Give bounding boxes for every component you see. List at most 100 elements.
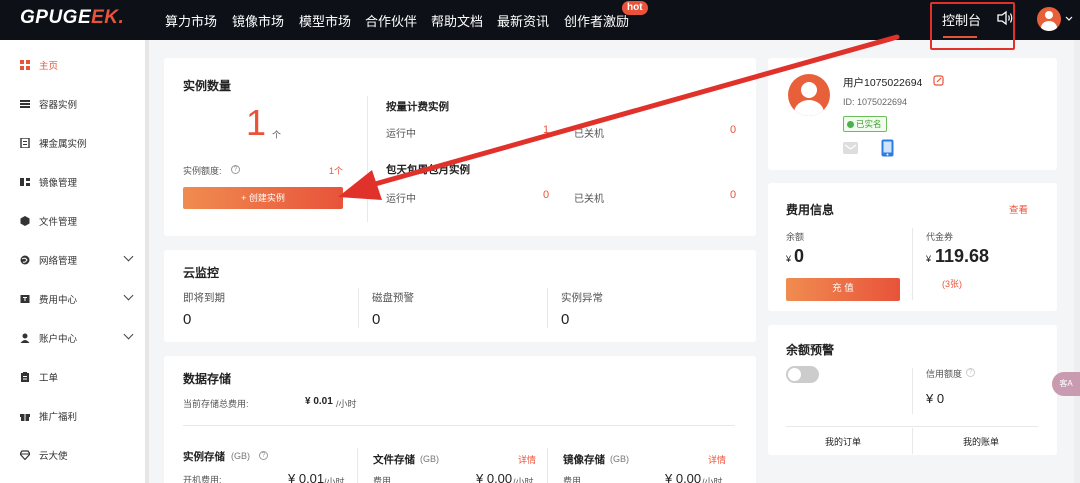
sidebar-item-label: 主页	[39, 61, 59, 72]
my-bills-link[interactable]: 我的账单	[963, 435, 999, 448]
voucher-count[interactable]: (3张)	[942, 277, 962, 290]
nav-news[interactable]: 最新资讯	[497, 11, 549, 30]
voucher-value: 119.68	[935, 246, 990, 266]
chevron-down-icon[interactable]	[1065, 16, 1073, 22]
nav-image-market[interactable]: 镜像市场	[232, 11, 284, 30]
billing-view-link[interactable]: 查看	[1009, 202, 1028, 216]
user-icon	[20, 333, 30, 343]
hot-badge: hot	[622, 1, 648, 15]
package-instances-title: 包天包周包月实例	[386, 164, 470, 176]
divider	[183, 425, 735, 426]
voucher-currency: ¥	[926, 254, 932, 264]
instance-storage-title: 实例存储	[183, 451, 225, 463]
balance-currency: ¥	[786, 254, 792, 264]
sidebar-scrollbar[interactable]	[145, 40, 149, 483]
file-fee-value: ¥ 0.00	[476, 471, 513, 483]
phone-icon[interactable]	[881, 139, 894, 157]
annotation-highlight-box	[930, 2, 1015, 50]
monitor-card	[164, 250, 756, 342]
recharge-button[interactable]: 充 值	[786, 278, 900, 301]
sidebar-item-label: 云大使	[39, 451, 68, 462]
nav-compute-market[interactable]: 算力市场	[165, 11, 217, 30]
nav-model-market[interactable]: 模型市场	[299, 11, 351, 30]
storage-total-value: ¥ 0.01	[305, 396, 333, 407]
balance-value: 0	[794, 246, 805, 266]
storage-card	[164, 356, 756, 483]
voucher-label: 代金券	[926, 232, 954, 242]
pkg-running-value: 0	[543, 189, 550, 201]
home-grid-icon	[20, 60, 30, 70]
expiring-label: 即将到期	[183, 292, 225, 304]
top-navbar: GPUGEEK. 算力市场 镜像市场 模型市场 合作伙伴 帮助文档 最新资讯 创…	[0, 0, 1080, 40]
instance-count: 1	[246, 102, 267, 143]
divider	[786, 426, 1038, 427]
expiring-value: 0	[183, 311, 192, 328]
balance-alert-title: 余额预警	[786, 343, 835, 357]
sidebar-item-billing[interactable]: 费用中心	[20, 292, 77, 306]
sidebar-item-ambassador[interactable]: 云大使	[20, 448, 68, 462]
pay-as-you-go-title: 按量计费实例	[386, 101, 449, 113]
file-storage-details-link[interactable]: 详情	[518, 453, 536, 466]
storage-total-unit: /小时	[336, 399, 357, 409]
my-orders-link[interactable]: 我的订单	[825, 435, 861, 448]
ticket-icon	[21, 372, 29, 382]
nav-partners[interactable]: 合作伙伴	[365, 11, 417, 30]
gift-icon	[20, 414, 30, 421]
divider	[912, 368, 913, 414]
profile-id: ID: 1075022694	[843, 97, 908, 107]
sidebar-item-files[interactable]: 文件管理	[20, 214, 77, 228]
credit-limit-value: ¥ 0	[926, 391, 945, 406]
divider	[912, 428, 913, 454]
sidebar-item-label: 容器实例	[39, 100, 78, 111]
sidebar-item-home[interactable]: 主页	[20, 58, 58, 72]
image-fee-unit: /小时	[702, 477, 723, 483]
sidebar-item-label: 文件管理	[39, 217, 78, 228]
stopped-label: 已关机	[574, 129, 604, 140]
sidebar-item-network[interactable]: 网络管理	[20, 253, 77, 267]
pkg-running-label: 运行中	[386, 194, 416, 205]
sidebar-item-tickets[interactable]: 工单	[20, 370, 58, 384]
pkg-stopped-label: 已关机	[574, 194, 604, 205]
floating-assistant-button[interactable]: 客A	[1052, 372, 1080, 396]
instance-abnormal-value: 0	[561, 311, 570, 328]
power-on-fee-label: 开机费用:	[183, 475, 222, 483]
disk-warning-value: 0	[372, 311, 381, 328]
gpugeek-logo[interactable]: GPUGEEK.	[20, 7, 124, 29]
list-icon	[20, 100, 30, 108]
nav-creator-incentive[interactable]: 创作者激励	[564, 11, 629, 30]
image-fee-label: 费用	[563, 476, 582, 483]
globe-icon	[20, 255, 30, 265]
wallet-icon	[20, 295, 30, 303]
user-avatar[interactable]	[1037, 7, 1061, 31]
sidebar-item-promotion[interactable]: 推广福利	[20, 409, 77, 423]
create-instance-button[interactable]: + 创建实例	[183, 187, 343, 209]
divider	[367, 96, 368, 222]
instance-storage-gb: (GB)	[231, 451, 250, 461]
sidebar-item-images[interactable]: 镜像管理	[20, 175, 77, 189]
monitor-title: 云监控	[183, 266, 220, 280]
divider	[357, 448, 358, 483]
email-icon[interactable]	[843, 142, 858, 154]
sidebar-item-label: 裸金属实例	[39, 139, 87, 150]
image-storage-title: 镜像存储	[563, 454, 605, 466]
instances-title: 实例数量	[183, 79, 232, 93]
sidebar-item-bare-metal[interactable]: 裸金属实例	[20, 136, 87, 150]
profile-avatar	[788, 74, 830, 116]
help-icon[interactable]: ?	[259, 451, 268, 460]
sidebar-item-account[interactable]: 账户中心	[20, 331, 77, 345]
diamond-icon	[20, 450, 30, 460]
sidebar-item-label: 账户中心	[39, 334, 78, 345]
sidebar-item-container[interactable]: 容器实例	[20, 97, 77, 111]
image-storage-details-link[interactable]: 详情	[708, 453, 726, 466]
server-icon	[20, 138, 30, 148]
help-icon[interactable]: ?	[966, 368, 975, 377]
divider	[912, 228, 913, 300]
nav-help-docs[interactable]: 帮助文档	[431, 11, 483, 30]
edit-icon[interactable]	[933, 75, 944, 86]
check-circle-icon	[847, 121, 854, 128]
page-scrollbar[interactable]	[1074, 40, 1080, 483]
file-storage-gb: (GB)	[420, 454, 439, 464]
help-icon[interactable]: ?	[231, 165, 240, 174]
balance-alert-toggle[interactable]	[786, 366, 819, 383]
instance-fee-value: ¥ 0.01	[288, 471, 325, 483]
